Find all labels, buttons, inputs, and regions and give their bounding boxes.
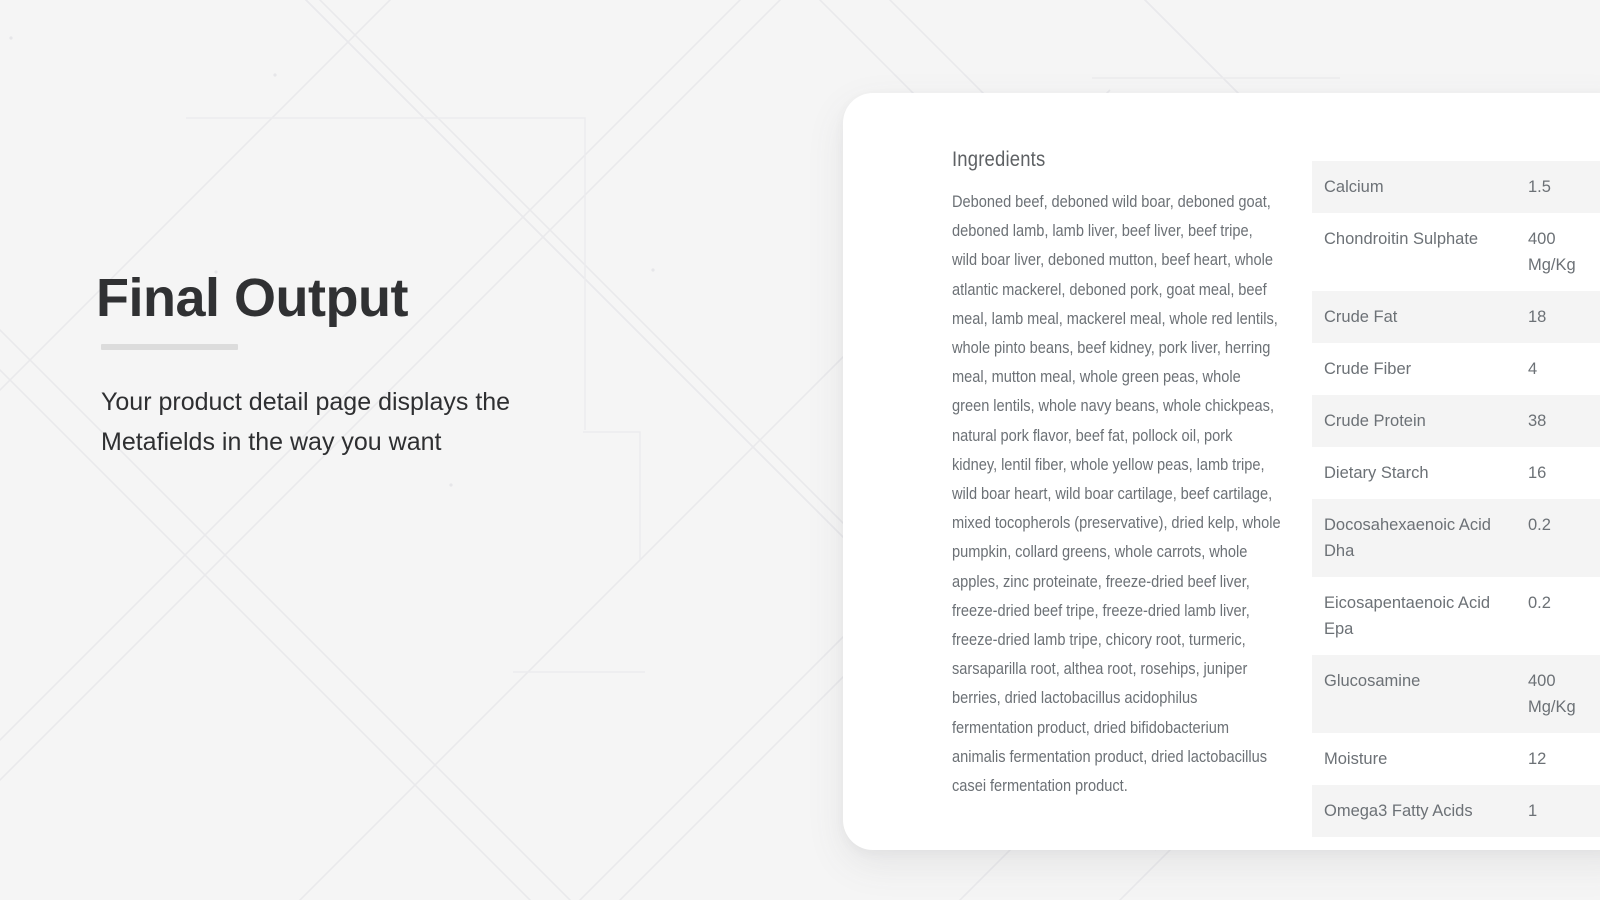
nutrition-table-body: Calcium 1.5 Chondroitin Sulphate 400 Mg/Kg C…: [1312, 161, 1600, 850]
nutrient-value-cell: 1: [1528, 802, 1538, 820]
nutrient-name-cell: Dietary Starch: [1324, 464, 1429, 482]
table-row: Crude Fat 18: [1312, 291, 1600, 343]
nutrient-name-cell: Chondroitin Sulphate: [1324, 230, 1479, 248]
table-row: Eicosapentaenoic Acid Epa 0.2: [1312, 577, 1600, 655]
nutrient-value-cell: 38: [1528, 412, 1547, 430]
table-row: Omega3 Fatty Acids 1: [1312, 785, 1600, 837]
nutrient-name-cell: Docosahexaenoic Acid Dha: [1324, 516, 1491, 560]
nutrition-section: Calcium 1.5 Chondroitin Sulphate 400 Mg/Kg C…: [1312, 161, 1600, 850]
nutrient-value-cell: 18: [1528, 308, 1547, 326]
table-row: Glucosamine 400 Mg/Kg: [1312, 655, 1600, 733]
nutrient-name-cell: Crude Protein: [1324, 412, 1426, 430]
nutrient-value-cell: 400 Mg/Kg: [1528, 230, 1576, 274]
nutrient-name-cell: Omega3 Fatty Acids: [1324, 802, 1473, 820]
nutrient-value-cell: 1.5: [1528, 178, 1551, 196]
nutrient-value-cell: 4: [1528, 360, 1538, 378]
table-row: Moisture 12: [1312, 733, 1600, 785]
product-detail-card: Ingredients Deboned beef, deboned wild b…: [843, 93, 1600, 850]
table-row: Crude Fiber 4: [1312, 343, 1600, 395]
nutrient-value-cell: 12: [1528, 750, 1547, 768]
nutrient-name-cell: Moisture: [1324, 750, 1388, 768]
nutrient-value-cell: 2: [1528, 837, 1600, 850]
title-accent-bar: [101, 344, 238, 350]
intro-panel: Final Output Your product detail page di…: [0, 0, 840, 900]
nutrient-name-cell: Crude Fiber: [1324, 360, 1412, 378]
nutrient-value-cell: 0.2: [1528, 594, 1551, 612]
nutrition-table: Calcium 1.5 Chondroitin Sulphate 400 Mg/Kg C…: [1312, 161, 1600, 850]
ingredients-heading: Ingredients: [952, 148, 1046, 171]
table-row: Chondroitin Sulphate 400 Mg/Kg: [1312, 213, 1600, 291]
nutrient-value-cell: 0.2: [1528, 516, 1551, 534]
nutrient-name-cell: Crude Fat: [1324, 308, 1398, 326]
page-subtitle: Your product detail page displays the Me…: [101, 388, 511, 456]
nutrient-value-cell: 16: [1528, 464, 1547, 482]
ingredients-section: Ingredients Deboned beef, deboned wild b…: [952, 148, 1282, 801]
nutrient-name-cell: Eicosapentaenoic Acid Epa: [1324, 594, 1491, 638]
nutrient-value-cell: 400 Mg/Kg: [1528, 672, 1576, 716]
table-row: Omega6 Fatty Acids2: [1312, 837, 1600, 850]
table-row: Crude Protein 38: [1312, 395, 1600, 447]
page-title: Final Output: [96, 268, 408, 328]
nutrient-name-cell: Calcium: [1324, 178, 1384, 196]
ingredients-body-text: Deboned beef, deboned wild boar, deboned…: [952, 193, 1281, 796]
table-row: Dietary Starch 16: [1312, 447, 1600, 499]
nutrient-name-cell: Omega6 Fatty Acids: [1312, 837, 1528, 850]
card-body: Ingredients Deboned beef, deboned wild b…: [952, 148, 1600, 850]
table-row: Docosahexaenoic Acid Dha 0.2: [1312, 499, 1600, 577]
nutrient-name-cell: Glucosamine: [1324, 672, 1421, 690]
table-row: Calcium 1.5: [1312, 161, 1600, 213]
